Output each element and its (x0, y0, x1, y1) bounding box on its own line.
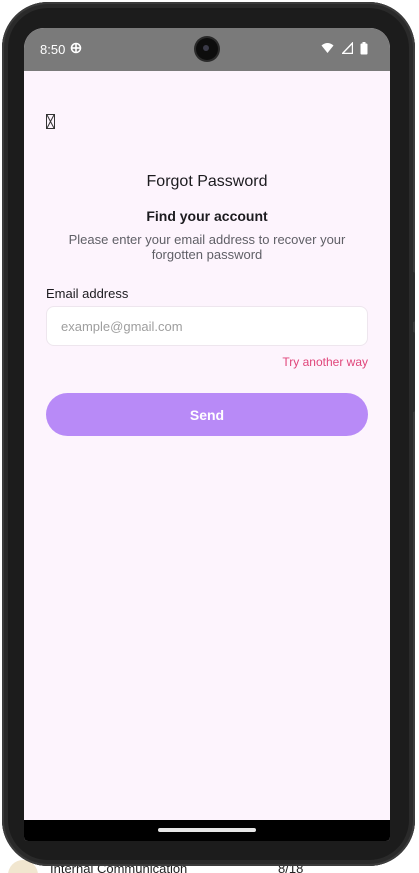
device-frame: 8:50 Forgot Password Find your account P… (2, 2, 415, 866)
volume-button (411, 332, 415, 412)
phone-screen: 8:50 Forgot Password Find your account P… (24, 28, 390, 841)
status-bar: 8:50 (24, 28, 390, 71)
settings-app-icon (70, 42, 82, 54)
battery-icon (360, 42, 368, 55)
email-field[interactable] (46, 306, 368, 346)
section-subtitle: Find your account (146, 208, 268, 224)
email-field-label: Email address (46, 286, 129, 301)
instruction-text: Please enter your email address to recov… (68, 232, 346, 262)
try-another-way-link[interactable]: Try another way (282, 355, 368, 369)
home-indicator[interactable] (158, 828, 256, 832)
back-arrow-icon[interactable] (46, 114, 55, 129)
page-title: Forgot Password (146, 173, 268, 190)
send-button[interactable]: Send (46, 393, 368, 436)
wifi-icon (321, 43, 334, 53)
power-button (411, 272, 415, 322)
status-icons (318, 42, 368, 56)
status-time: 8:50 (40, 42, 66, 57)
cellular-signal-icon (341, 42, 353, 54)
navigation-bar (24, 820, 390, 841)
front-camera (196, 38, 218, 60)
